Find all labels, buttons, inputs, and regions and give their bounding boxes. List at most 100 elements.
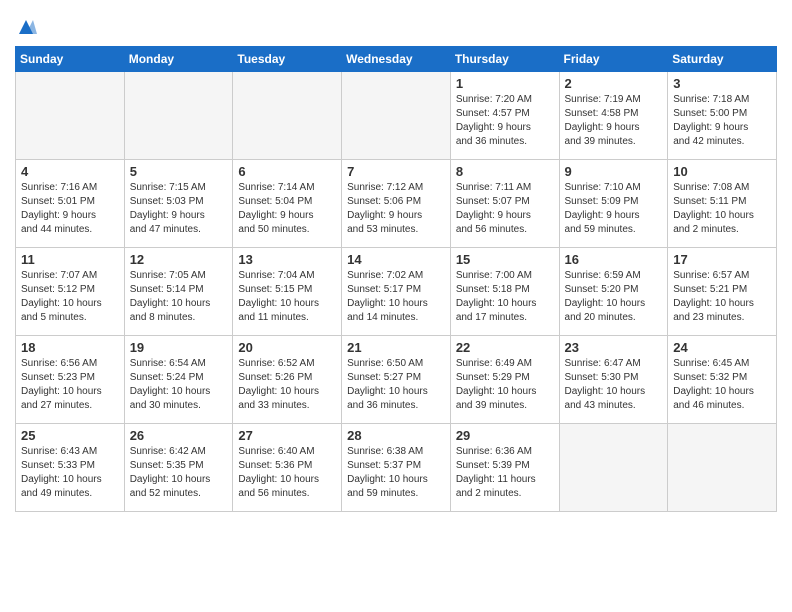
day-info: Sunrise: 7:04 AM Sunset: 5:15 PM Dayligh…: [238, 269, 336, 325]
day-number: 13: [238, 252, 336, 267]
calendar-cell: 7 Sunrise: 7:12 AM Sunset: 5:06 PM Daylig…: [342, 160, 451, 248]
header-day-sunday: Sunday: [16, 47, 125, 72]
calendar-week-0: 1Sunrise: 7:20 AM Sunset: 4:57 PM Daylig…: [16, 72, 777, 160]
calendar-cell: 1Sunrise: 7:20 AM Sunset: 4:57 PM Daylig…: [450, 72, 559, 160]
calendar-cell: 3 Sunrise: 7:18 AM Sunset: 5:00 PM Daylig…: [668, 72, 777, 160]
day-info: Sunrise: 6:56 AM Sunset: 5:23 PM Dayligh…: [21, 357, 119, 413]
day-info: Sunrise: 6:59 AM Sunset: 5:20 PM Dayligh…: [565, 269, 663, 325]
calendar-cell: 16 Sunrise: 6:59 AM Sunset: 5:20 PM Dayli…: [559, 248, 668, 336]
day-info: Sunrise: 7:14 AM Sunset: 5:04 PM Dayligh…: [238, 181, 336, 237]
day-info: Sunrise: 6:45 AM Sunset: 5:32 PM Dayligh…: [673, 357, 771, 413]
day-number: 15: [456, 252, 554, 267]
day-number: 1: [456, 76, 554, 91]
day-info: Sunrise: 7:18 AM Sunset: 5:00 PM Dayligh…: [673, 93, 771, 149]
calendar-cell: 25 Sunrise: 6:43 AM Sunset: 5:33 PM Dayli…: [16, 424, 125, 512]
day-info: Sunrise: 7:00 AM Sunset: 5:18 PM Dayligh…: [456, 269, 554, 325]
day-info: Sunrise: 7:07 AM Sunset: 5:12 PM Dayligh…: [21, 269, 119, 325]
day-info: Sunrise: 6:38 AM Sunset: 5:37 PM Dayligh…: [347, 445, 445, 501]
calendar-cell: 10Sunrise: 7:08 AM Sunset: 5:11 PM Dayli…: [668, 160, 777, 248]
calendar-cell: 6Sunrise: 7:14 AM Sunset: 5:04 PM Daylig…: [233, 160, 342, 248]
logo-icon: [15, 16, 37, 38]
calendar-cell: 18 Sunrise: 6:56 AM Sunset: 5:23 PM Dayli…: [16, 336, 125, 424]
logo: [15, 16, 39, 38]
day-info: Sunrise: 7:05 AM Sunset: 5:14 PM Dayligh…: [130, 269, 228, 325]
calendar-cell: 19 Sunrise: 6:54 AM Sunset: 5:24 PM Dayli…: [124, 336, 233, 424]
day-info: Sunrise: 6:43 AM Sunset: 5:33 PM Dayligh…: [21, 445, 119, 501]
calendar-cell: [559, 424, 668, 512]
header-day-monday: Monday: [124, 47, 233, 72]
day-info: Sunrise: 7:08 AM Sunset: 5:11 PM Dayligh…: [673, 181, 771, 237]
day-info: Sunrise: 7:12 AM Sunset: 5:06 PM Dayligh…: [347, 181, 445, 237]
day-number: 18: [21, 340, 119, 355]
day-number: 21: [347, 340, 445, 355]
day-number: 4: [21, 164, 119, 179]
calendar-week-1: 4 Sunrise: 7:16 AM Sunset: 5:01 PM Daylig…: [16, 160, 777, 248]
calendar-cell: 23 Sunrise: 6:47 AM Sunset: 5:30 PM Dayli…: [559, 336, 668, 424]
calendar-cell: 15 Sunrise: 7:00 AM Sunset: 5:18 PM Dayli…: [450, 248, 559, 336]
calendar-cell: 2 Sunrise: 7:19 AM Sunset: 4:58 PM Daylig…: [559, 72, 668, 160]
calendar-week-4: 25 Sunrise: 6:43 AM Sunset: 5:33 PM Dayli…: [16, 424, 777, 512]
calendar-cell: 12 Sunrise: 7:05 AM Sunset: 5:14 PM Dayli…: [124, 248, 233, 336]
calendar-cell: 27 Sunrise: 6:40 AM Sunset: 5:36 PM Dayli…: [233, 424, 342, 512]
header-day-friday: Friday: [559, 47, 668, 72]
calendar-cell: 26 Sunrise: 6:42 AM Sunset: 5:35 PM Dayli…: [124, 424, 233, 512]
day-info: Sunrise: 6:36 AM Sunset: 5:39 PM Dayligh…: [456, 445, 554, 501]
day-number: 22: [456, 340, 554, 355]
calendar-cell: 28 Sunrise: 6:38 AM Sunset: 5:37 PM Dayli…: [342, 424, 451, 512]
calendar-cell: 9 Sunrise: 7:10 AM Sunset: 5:09 PM Daylig…: [559, 160, 668, 248]
calendar-cell: 29 Sunrise: 6:36 AM Sunset: 5:39 PM Dayli…: [450, 424, 559, 512]
day-number: 25: [21, 428, 119, 443]
day-number: 17: [673, 252, 771, 267]
day-number: 27: [238, 428, 336, 443]
page-header: [15, 10, 777, 38]
calendar-cell: 5 Sunrise: 7:15 AM Sunset: 5:03 PM Daylig…: [124, 160, 233, 248]
header-day-thursday: Thursday: [450, 47, 559, 72]
day-number: 19: [130, 340, 228, 355]
calendar-cell: 14 Sunrise: 7:02 AM Sunset: 5:17 PM Dayli…: [342, 248, 451, 336]
day-info: Sunrise: 7:19 AM Sunset: 4:58 PM Dayligh…: [565, 93, 663, 149]
day-info: Sunrise: 7:10 AM Sunset: 5:09 PM Dayligh…: [565, 181, 663, 237]
day-number: 24: [673, 340, 771, 355]
day-number: 9: [565, 164, 663, 179]
calendar-cell: 13 Sunrise: 7:04 AM Sunset: 5:15 PM Dayli…: [233, 248, 342, 336]
day-number: 5: [130, 164, 228, 179]
day-number: 12: [130, 252, 228, 267]
day-info: Sunrise: 6:40 AM Sunset: 5:36 PM Dayligh…: [238, 445, 336, 501]
day-info: Sunrise: 7:16 AM Sunset: 5:01 PM Dayligh…: [21, 181, 119, 237]
calendar-header-row: SundayMondayTuesdayWednesdayThursdayFrid…: [16, 47, 777, 72]
header-day-tuesday: Tuesday: [233, 47, 342, 72]
day-info: Sunrise: 6:47 AM Sunset: 5:30 PM Dayligh…: [565, 357, 663, 413]
day-info: Sunrise: 7:15 AM Sunset: 5:03 PM Dayligh…: [130, 181, 228, 237]
calendar-week-2: 11 Sunrise: 7:07 AM Sunset: 5:12 PM Dayli…: [16, 248, 777, 336]
day-number: 3: [673, 76, 771, 91]
header-day-saturday: Saturday: [668, 47, 777, 72]
day-number: 16: [565, 252, 663, 267]
calendar-cell: 8Sunrise: 7:11 AM Sunset: 5:07 PM Daylig…: [450, 160, 559, 248]
day-number: 8: [456, 164, 554, 179]
day-number: 23: [565, 340, 663, 355]
calendar-cell: [233, 72, 342, 160]
day-number: 7: [347, 164, 445, 179]
day-info: Sunrise: 6:52 AM Sunset: 5:26 PM Dayligh…: [238, 357, 336, 413]
day-info: Sunrise: 6:49 AM Sunset: 5:29 PM Dayligh…: [456, 357, 554, 413]
day-number: 29: [456, 428, 554, 443]
calendar-cell: 11 Sunrise: 7:07 AM Sunset: 5:12 PM Dayli…: [16, 248, 125, 336]
day-number: 14: [347, 252, 445, 267]
calendar-table: SundayMondayTuesdayWednesdayThursdayFrid…: [15, 46, 777, 512]
calendar-cell: [124, 72, 233, 160]
calendar-cell: [16, 72, 125, 160]
day-info: Sunrise: 6:42 AM Sunset: 5:35 PM Dayligh…: [130, 445, 228, 501]
day-info: Sunrise: 6:50 AM Sunset: 5:27 PM Dayligh…: [347, 357, 445, 413]
day-number: 11: [21, 252, 119, 267]
calendar-body: 1Sunrise: 7:20 AM Sunset: 4:57 PM Daylig…: [16, 72, 777, 512]
calendar-cell: 22 Sunrise: 6:49 AM Sunset: 5:29 PM Dayli…: [450, 336, 559, 424]
day-number: 26: [130, 428, 228, 443]
calendar-cell: [668, 424, 777, 512]
day-number: 28: [347, 428, 445, 443]
calendar-week-3: 18 Sunrise: 6:56 AM Sunset: 5:23 PM Dayli…: [16, 336, 777, 424]
day-info: Sunrise: 7:02 AM Sunset: 5:17 PM Dayligh…: [347, 269, 445, 325]
calendar-cell: 21 Sunrise: 6:50 AM Sunset: 5:27 PM Dayli…: [342, 336, 451, 424]
day-number: 2: [565, 76, 663, 91]
calendar-cell: 24 Sunrise: 6:45 AM Sunset: 5:32 PM Dayli…: [668, 336, 777, 424]
day-info: Sunrise: 6:54 AM Sunset: 5:24 PM Dayligh…: [130, 357, 228, 413]
